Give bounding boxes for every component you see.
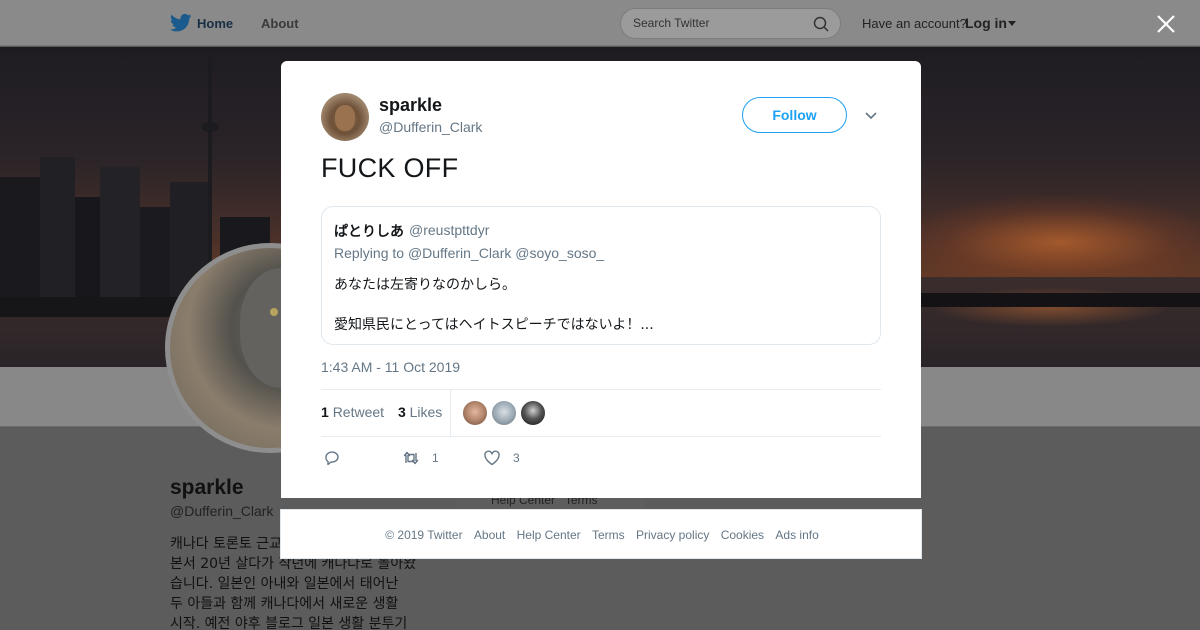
footer-terms-link[interactable]: Terms (592, 528, 625, 542)
author-avatar[interactable] (321, 93, 369, 141)
stats-separator (450, 390, 451, 436)
follow-button[interactable]: Follow (742, 97, 847, 133)
divider (321, 389, 881, 390)
tweet-modal: sparkle @Dufferin_Clark Follow FUCK OFF … (281, 61, 921, 498)
quoted-text-line-1: あなたは左寄りなのかしら。 (334, 277, 516, 293)
retweet-button[interactable]: 1 (402, 449, 439, 467)
reply-icon (325, 451, 339, 466)
author-handle[interactable]: @Dufferin_Clark (379, 119, 482, 135)
modal-footer: © 2019 Twitter About Help Center Terms P… (280, 509, 922, 559)
heart-icon (484, 450, 500, 466)
tweet-stats: 1 Retweet 3 Likes (321, 404, 442, 420)
close-icon[interactable] (1155, 13, 1177, 35)
login-link[interactable]: Log in (965, 15, 1007, 31)
footer-about-link[interactable]: About (474, 528, 505, 542)
reply-button[interactable] (323, 449, 341, 467)
tweet-timestamp[interactable]: 1:43 AM - 11 Oct 2019 (321, 359, 460, 375)
like-count[interactable]: 3 (398, 404, 406, 420)
profile-name: sparkle (170, 476, 244, 499)
liker-avatar[interactable] (491, 400, 517, 426)
footer-privacy-link[interactable]: Privacy policy (636, 528, 709, 542)
retweet-action-count: 1 (432, 451, 439, 465)
top-navigation-bar: Home About Have an account? Log in (0, 0, 1200, 46)
nav-about-link[interactable]: About (261, 16, 299, 31)
profile-handle[interactable]: @Dufferin_Clark (170, 503, 273, 519)
like-action-count: 3 (513, 451, 520, 465)
quoted-tweet[interactable]: ぱとりしあ @reustpttdyr Replying to @Dufferin… (321, 206, 881, 345)
likes-label[interactable]: Likes (410, 404, 443, 420)
replying-to-mentions[interactable]: @Dufferin_Clark @soyo_soso_ (408, 245, 604, 261)
footer-ads-link[interactable]: Ads info (775, 528, 818, 542)
liker-avatar[interactable] (520, 400, 546, 426)
footer-cookies-link[interactable]: Cookies (721, 528, 764, 542)
replying-to: Replying to @Dufferin_Clark @soyo_soso_ (334, 245, 604, 261)
search-box[interactable] (620, 8, 841, 39)
liker-avatar[interactable] (462, 400, 488, 426)
pier-silhouette (920, 293, 1200, 307)
quoted-text-line-2: 愛知県民にとってはヘイトスピーチではないよ！... (334, 317, 654, 333)
sunset-glow (900, 197, 1200, 287)
search-icon[interactable] (813, 16, 829, 32)
footer-help-link[interactable]: Help Center (517, 528, 581, 542)
footer-copyright: © 2019 Twitter (385, 528, 463, 542)
retweet-count[interactable]: 1 (321, 404, 329, 420)
quoted-author-name: ぱとりしあ (334, 224, 404, 240)
footer-links: © 2019 Twitter About Help Center Terms P… (281, 528, 923, 542)
search-input[interactable] (633, 16, 813, 30)
chevron-down-icon[interactable] (1008, 21, 1016, 26)
divider (321, 436, 881, 437)
avatar-face (335, 105, 355, 131)
tweet-text: FUCK OFF (321, 153, 459, 183)
quoted-author-handle: @reustpttdyr (409, 222, 490, 238)
have-account-text: Have an account? (862, 16, 967, 31)
retweet-label[interactable]: Retweet (333, 404, 384, 420)
nav-home-link[interactable]: Home (197, 16, 233, 31)
cat-eye (270, 308, 278, 316)
retweet-icon (403, 451, 419, 465)
twitter-bird-icon[interactable] (170, 13, 192, 33)
like-button[interactable]: 3 (483, 449, 520, 467)
author-name[interactable]: sparkle (379, 95, 442, 116)
chevron-down-icon[interactable] (864, 109, 878, 123)
replying-to-label: Replying to (334, 245, 405, 261)
